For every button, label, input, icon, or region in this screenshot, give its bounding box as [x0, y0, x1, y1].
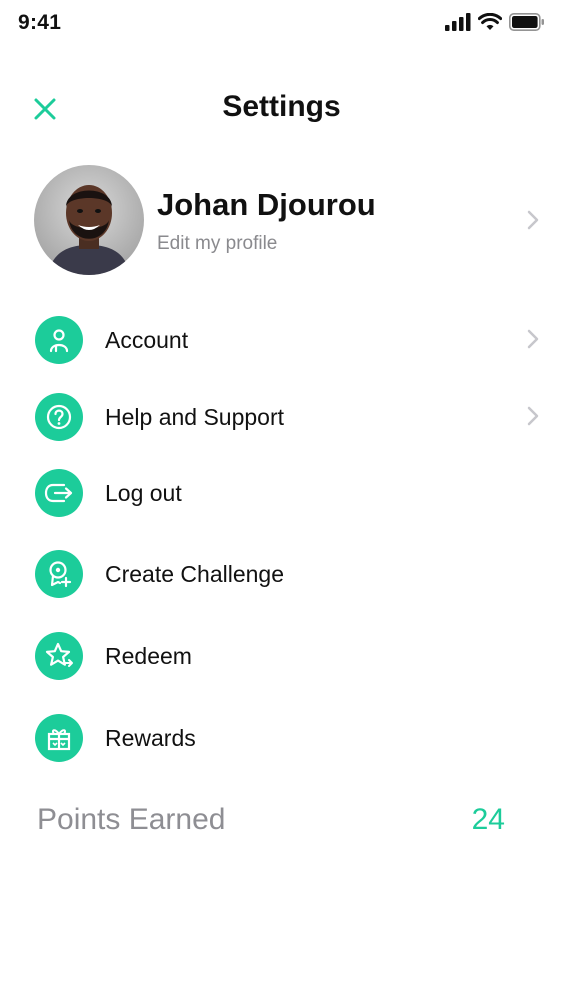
star-icon	[35, 632, 83, 680]
question-icon	[35, 393, 83, 441]
menu-item-label: Rewards	[105, 725, 196, 751]
status-bar: 9:41	[0, 0, 563, 46]
wifi-icon	[478, 13, 502, 30]
user-icon	[35, 316, 83, 364]
menu-item-label: Account	[105, 327, 189, 353]
signal-icon	[445, 13, 471, 31]
profile-name: Johan Djourou	[157, 187, 376, 222]
chevron-right-icon	[527, 406, 539, 431]
menu-item-label: Create Challenge	[105, 561, 285, 587]
menu-item-help[interactable]: Help and Support	[0, 387, 563, 447]
profile-row[interactable]: Johan Djourou Edit my profile	[0, 165, 563, 277]
menu-item-rewards[interactable]: Rewards	[0, 708, 563, 768]
points-label: Points Earned	[37, 803, 226, 836]
menu-item-logout[interactable]: Log out	[0, 463, 563, 523]
chevron-right-icon	[527, 329, 539, 354]
menu-item-label: Help and Support	[105, 404, 285, 430]
status-icons	[445, 12, 545, 32]
chevron-right-icon	[527, 210, 539, 235]
points-value: 24	[471, 803, 505, 836]
avatar	[34, 165, 144, 275]
logout-icon	[35, 469, 83, 517]
menu-item-label: Log out	[105, 480, 182, 506]
menu-item-label: Redeem	[105, 643, 192, 669]
menu-item-redeem[interactable]: Redeem	[0, 626, 563, 686]
edit-profile-link[interactable]: Edit my profile	[157, 233, 277, 255]
page-title: Settings	[222, 90, 341, 123]
menu-item-create-challenge[interactable]: Create Challenge	[0, 544, 563, 604]
header: Settings	[0, 80, 563, 136]
points-earned-row: Points Earned 24	[0, 795, 563, 845]
battery-icon	[509, 13, 544, 31]
status-time: 9:41	[18, 11, 62, 34]
gift-icon	[35, 714, 83, 762]
challenge-icon	[35, 550, 83, 598]
menu-item-account[interactable]: Account	[0, 310, 563, 370]
